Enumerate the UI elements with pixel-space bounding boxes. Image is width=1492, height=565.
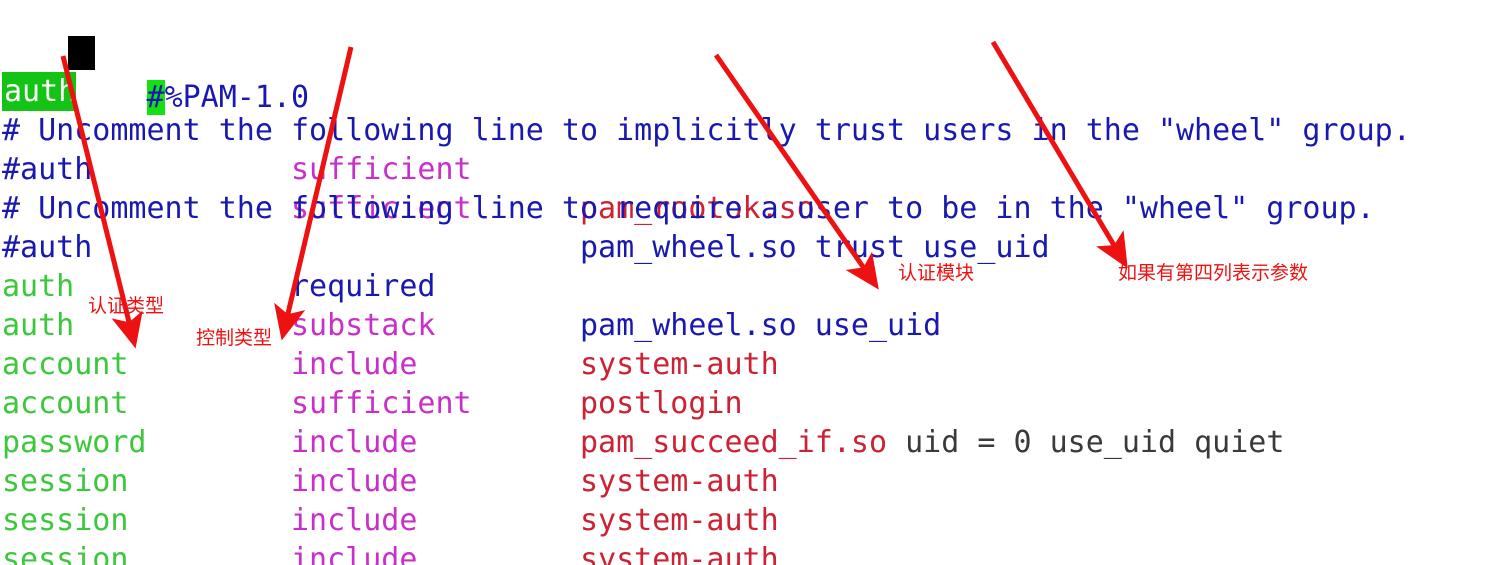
code-line-5[interactable]: # Uncomment the following line to requir… (0, 150, 1375, 226)
code-line-10[interactable]: account include system-auth (0, 345, 779, 499)
line8-module-path[interactable]: postlogin (580, 384, 743, 423)
line3-comment: # Uncomment the following line to implic… (2, 113, 1411, 148)
line9-control-flag[interactable]: sufficient (291, 384, 472, 423)
text-cursor (68, 36, 95, 70)
code-line-6[interactable]: #auth required pam_wheel.so use_uid (0, 189, 941, 343)
line10-module-path[interactable]: system-auth (580, 462, 779, 501)
code-line-8[interactable]: auth include postlogin (0, 267, 743, 421)
line12-module-path[interactable]: system-auth (580, 540, 779, 565)
line6-module-path: pam_wheel.so use_uid (580, 308, 942, 343)
line5-comment: # Uncomment the following line to requir… (2, 191, 1375, 226)
code-line-13[interactable]: session include postlogin (0, 462, 417, 565)
code-line-12[interactable]: session include system-auth (0, 423, 779, 565)
code-line-7[interactable]: auth substack system-auth (0, 228, 779, 382)
line8-control-flag[interactable]: include (291, 345, 417, 384)
code-line-11[interactable]: password include system-auth (0, 384, 779, 538)
line1-hash-highlight: # (146, 80, 165, 115)
line12-control-flag[interactable]: include (291, 501, 417, 540)
line10-control-flag[interactable]: include (291, 423, 417, 462)
line6-control-flag: required (291, 269, 436, 304)
code-line-14[interactable]: session optional pam_xauth.so (0, 501, 128, 565)
line11-module-path[interactable]: system-auth (580, 501, 779, 540)
line11-control-flag[interactable]: include (291, 462, 417, 501)
code-line-3[interactable]: # Uncomment the following line to implic… (0, 72, 1411, 148)
line7-module-path[interactable]: system-auth (580, 345, 779, 384)
pam-config-code[interactable]: #%PAM-1.0 auth sufficient pam_rootok.so … (0, 0, 1492, 565)
terminal-editor-screenshot: #%PAM-1.0 auth sufficient pam_rootok.so … (0, 0, 1492, 565)
code-line-2[interactable]: auth sufficient pam_rootok.so (0, 33, 815, 226)
line9-module-and-args[interactable]: pam_succeed_if.so uid = 0 use_uid quiet (580, 423, 1284, 462)
line7-control-flag[interactable]: substack (291, 306, 436, 345)
code-line-15[interactable]: ~ (0, 540, 108, 565)
code-line-4[interactable]: #auth sufficient pam_wheel.so trust use_… (0, 111, 1050, 265)
line9-module-path: pam_succeed_if.so (580, 425, 888, 460)
line4-module-path: pam_wheel.so trust use_uid (580, 230, 1050, 265)
line1-text: %PAM-1.0 (164, 80, 310, 115)
line13-control-flag[interactable]: include (291, 540, 417, 565)
line9-arguments: uid = 0 use_uid quiet (887, 425, 1285, 460)
code-line-9[interactable]: account sufficient pam_succeed_if.so uid… (0, 306, 1284, 460)
line2-control-flag[interactable]: sufficient (291, 150, 472, 189)
